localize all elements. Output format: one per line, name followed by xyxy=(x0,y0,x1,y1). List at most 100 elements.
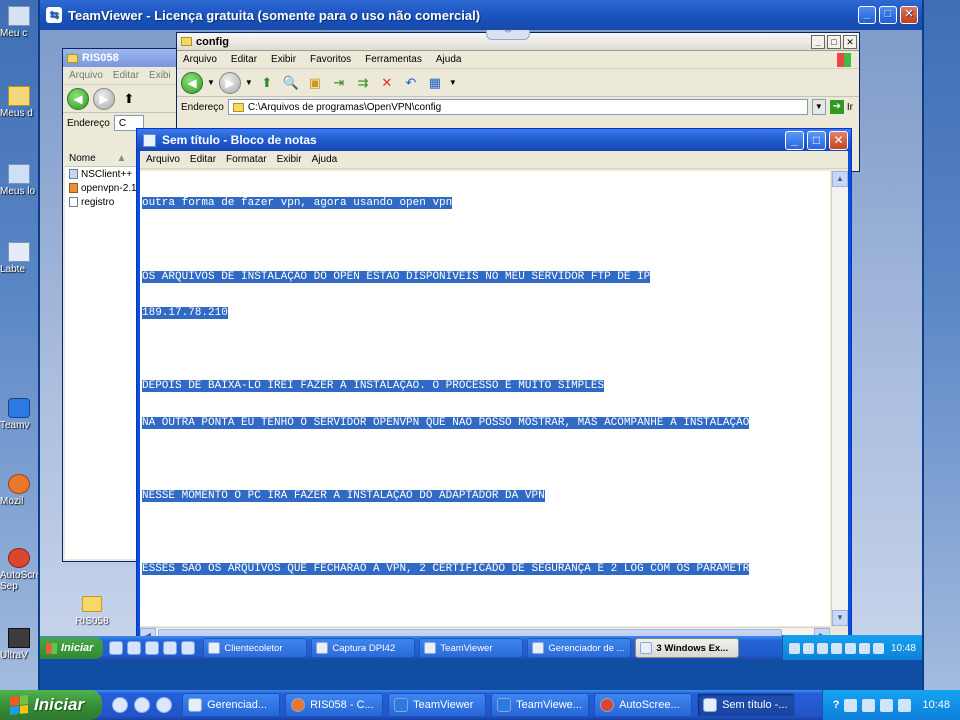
app-icon[interactable] xyxy=(163,641,178,655)
tray-icon[interactable] xyxy=(816,642,828,654)
start-button[interactable]: Iniciar xyxy=(0,690,103,720)
undo-icon[interactable]: ↶ xyxy=(401,73,421,93)
desktop-icon[interactable]: Meu c xyxy=(0,6,42,39)
browser-icon[interactable] xyxy=(109,641,124,655)
vertical-scrollbar[interactable]: ▲ ▼ xyxy=(831,171,848,626)
teamviewer-titlebar[interactable]: ⇆ TeamViewer - Licença gratuita (somente… xyxy=(40,0,922,30)
menu-item-favoritos[interactable]: Favoritos xyxy=(310,54,351,65)
remote-start-button[interactable]: Iniciar xyxy=(40,637,104,659)
clock[interactable]: 10:48 xyxy=(922,699,950,711)
copy-to-icon[interactable]: ⇉ xyxy=(353,73,373,93)
taskbar-item[interactable]: TeamViewer xyxy=(388,693,487,717)
back-button[interactable]: ◀ xyxy=(181,71,203,94)
tray-icon[interactable] xyxy=(844,698,858,712)
remote-clock[interactable]: 10:48 xyxy=(891,643,916,654)
maximize-button[interactable]: □ xyxy=(879,6,897,24)
address-dropdown-button[interactable]: ▼ xyxy=(811,99,826,115)
browser-icon[interactable] xyxy=(134,697,151,713)
maximize-button[interactable]: □ xyxy=(807,130,826,150)
app-icon[interactable] xyxy=(181,641,196,655)
desktop-icon[interactable]: Labte xyxy=(0,242,42,275)
remote-taskbar-item[interactable]: Captura DPI42 xyxy=(311,638,416,658)
ultravnc-icon xyxy=(8,628,30,648)
address-field[interactable]: C:\Arquivos de programas\OpenVPN\config xyxy=(227,99,808,115)
tray-icon[interactable] xyxy=(872,642,884,654)
tray-icon[interactable] xyxy=(862,698,876,712)
notepad-text-area[interactable]: outra forma de fazer vpn, agora usando o… xyxy=(140,171,830,626)
forward-button[interactable]: ▶ xyxy=(93,87,115,110)
dropdown-arrow-icon[interactable]: ▼ xyxy=(245,78,253,87)
close-button[interactable]: ✕ xyxy=(843,34,857,49)
minimize-button[interactable]: _ xyxy=(785,130,804,150)
tray-icon[interactable] xyxy=(898,698,912,712)
menu-item-exibir[interactable]: Exibir xyxy=(277,154,302,165)
scroll-up-icon[interactable]: ▲ xyxy=(832,171,848,187)
desktop-icon[interactable]: Teamv xyxy=(0,398,42,431)
documents-folder-icon xyxy=(8,86,30,106)
close-button[interactable]: ✕ xyxy=(900,6,918,24)
desktop-icon[interactable]: UltraV xyxy=(0,628,42,661)
menu-item-ajuda[interactable]: Ajuda xyxy=(312,154,338,165)
minimize-button[interactable]: _ xyxy=(858,6,876,24)
tray-icon[interactable] xyxy=(858,642,870,654)
close-button[interactable]: ✕ xyxy=(829,130,848,150)
desktop-icon[interactable]: AutoScre Sep xyxy=(0,548,42,592)
menubar: Arquivo Editar Formatar Exibir Ajuda xyxy=(140,151,848,169)
dropdown-arrow-icon[interactable]: ▼ xyxy=(449,78,457,87)
remote-desktop-icon[interactable]: RIS058 xyxy=(68,596,116,627)
tray-icon[interactable] xyxy=(844,642,856,654)
remote-taskbar-item[interactable]: Clientecoletor xyxy=(203,638,308,658)
minimize-button[interactable]: _ xyxy=(811,34,825,49)
menu-item-formatar[interactable]: Formatar xyxy=(226,154,267,165)
desktop-icon[interactable]: Meus lo xyxy=(0,164,42,197)
dropdown-arrow-icon[interactable]: ▼ xyxy=(207,78,215,87)
menu-item-arquivo[interactable]: Arquivo xyxy=(183,54,217,65)
notepad-titlebar[interactable]: Sem título - Bloco de notas _ □ ✕ xyxy=(137,129,851,151)
scroll-down-icon[interactable]: ▼ xyxy=(832,610,848,626)
browser-icon[interactable] xyxy=(112,697,129,713)
app-icon[interactable] xyxy=(145,641,160,655)
up-folder-icon[interactable]: ⬆ xyxy=(119,89,139,109)
tray-icon[interactable] xyxy=(880,698,894,712)
menu-item-editar[interactable]: Editar xyxy=(231,54,257,65)
menu-item-arquivo[interactable]: Arquivo xyxy=(69,70,103,81)
maximize-button[interactable]: □ xyxy=(827,34,841,49)
desktop-icon[interactable]: Meus d xyxy=(0,86,42,119)
menu-item-ferramentas[interactable]: Ferramentas xyxy=(365,54,422,65)
teamviewer-panel-toggle[interactable]: ︾ xyxy=(486,30,530,40)
notepad-window[interactable]: Sem título - Bloco de notas _ □ ✕ Arquiv… xyxy=(136,128,852,648)
taskbar-item[interactable]: AutoScree... xyxy=(594,693,693,717)
move-to-icon[interactable]: ⇥ xyxy=(329,73,349,93)
browser-icon[interactable] xyxy=(127,641,142,655)
remote-taskbar-item[interactable]: Gerenciador de ... xyxy=(527,638,632,658)
remote-taskbar-item[interactable]: TeamViewer xyxy=(419,638,524,658)
go-button[interactable]: ➔ Ir xyxy=(829,100,853,114)
taskbar-item[interactable]: RIS058 - C... xyxy=(285,693,384,717)
tray-icon[interactable] xyxy=(788,642,800,654)
delete-icon[interactable]: ✕ xyxy=(377,73,397,93)
menu-item-ajuda[interactable]: Ajuda xyxy=(436,54,462,65)
menu-item-exibir[interactable]: Exibir xyxy=(271,54,296,65)
app-icon[interactable] xyxy=(156,697,173,713)
up-folder-icon[interactable]: ⬆ xyxy=(257,73,277,93)
desktop-icon[interactable]: Mozil xyxy=(0,474,42,507)
menu-item-editar[interactable]: Editar xyxy=(113,70,139,81)
menu-item-exibir[interactable]: Exibi xyxy=(149,70,171,81)
back-button[interactable]: ◀ xyxy=(67,87,89,110)
tray-icon[interactable] xyxy=(802,642,814,654)
remote-screen[interactable]: RIS058 RIS058 Arquivo Editar Exibi ◀ ▶ ⬆ xyxy=(40,30,922,660)
tray-icon[interactable] xyxy=(830,642,842,654)
remote-taskbar-item[interactable]: 3 Windows Ex... xyxy=(635,638,740,658)
menu-item-arquivo[interactable]: Arquivo xyxy=(146,154,180,165)
views-icon[interactable]: ▦ xyxy=(425,73,445,93)
autoscreen-icon xyxy=(8,548,30,568)
forward-button[interactable]: ▶ xyxy=(218,71,241,94)
taskbar-item[interactable]: Sem título -... xyxy=(697,693,796,717)
menu-item-editar[interactable]: Editar xyxy=(190,154,216,165)
taskbar-item[interactable]: TeamViewe... xyxy=(491,693,590,717)
folders-icon[interactable]: ▣ xyxy=(305,73,325,93)
search-icon[interactable]: 🔍 xyxy=(281,73,301,93)
explorer-titlebar[interactable]: RIS058 xyxy=(63,49,181,67)
taskbar-item[interactable]: Gerenciad... xyxy=(182,693,281,717)
help-icon[interactable]: ? xyxy=(833,699,840,711)
